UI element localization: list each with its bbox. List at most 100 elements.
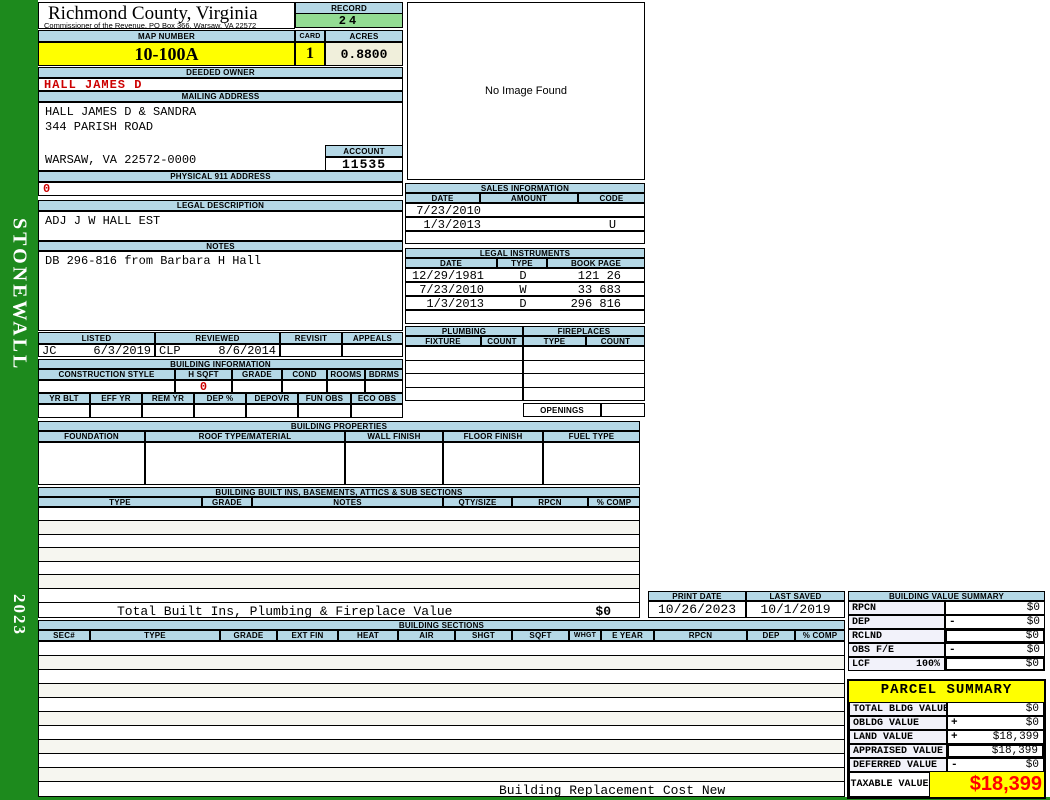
property-photo-panel: No Image Found (407, 2, 645, 180)
plumbing-count-header: COUNT (481, 336, 523, 346)
listed-date: 6/3/2019 (93, 344, 151, 357)
instrument-type-header: TYPE (497, 258, 547, 268)
yrblt-header: YR BLT (38, 393, 90, 404)
bs-type-header: TYPE (90, 630, 220, 641)
bvs-lcf-pct: 100% (915, 658, 940, 670)
fireplace-row (523, 346, 645, 361)
account-header: ACCOUNT (325, 145, 403, 157)
ps-obldg-label: OBLDG VALUE (849, 716, 947, 730)
bvs-dep-value: - $0 (945, 615, 1045, 629)
bvs-rclnd-value: $0 (945, 629, 1045, 643)
ps-value: $18,399 (992, 731, 1039, 743)
plumbing-row (405, 346, 523, 361)
roof-type-value (145, 442, 345, 485)
builtins-notes-header: NOTES (252, 497, 443, 507)
bvs-value: $0 (1026, 602, 1040, 614)
sales-amount-header: AMOUNT (480, 193, 578, 203)
instrument-row: 7/23/2010 W 33 683 (405, 282, 645, 296)
builtins-rpcn-header: RPCN (512, 497, 588, 507)
bvs-rpcn-label: RPCN (848, 601, 945, 615)
hsqft-value: 0 (175, 380, 232, 393)
fireplace-row (523, 373, 645, 388)
map-number-header: MAP NUMBER (38, 30, 295, 42)
deppct-value (194, 404, 246, 418)
builtins-total-row: Total Built Ins, Plumbing & Fireplace Va… (38, 602, 640, 618)
reviewed-value: CLP 8/6/2014 (155, 344, 280, 357)
rooms-value (327, 380, 365, 393)
fixture-header: FIXTURE (405, 336, 481, 346)
ps-op: - (951, 759, 958, 771)
remyr-header: REM YR (142, 393, 194, 404)
ps-obldg-value: + $0 (947, 716, 1044, 730)
bs-eyear-header: E YEAR (601, 630, 654, 641)
sales-code-header: CODE (578, 193, 645, 203)
instrument-bookpage: 121 26 (577, 269, 621, 282)
instrument-type: W (519, 283, 527, 296)
legal-instruments-header: LEGAL INSTRUMENTS (405, 248, 645, 258)
building-sections-header: BUILDING SECTIONS (38, 620, 845, 630)
bs-sqft-header: SQFT (512, 630, 569, 641)
bs-dep-header: DEP (747, 630, 795, 641)
bvs-obsfe-label: OBS F/E (848, 643, 945, 657)
map-number-value: 10-100A (38, 42, 295, 66)
bvs-value: $0 (1025, 658, 1039, 670)
empty-row (38, 561, 640, 575)
bs-heat-header: HEAT (338, 630, 398, 641)
bvs-value: $0 (1025, 630, 1039, 642)
taxable-value: $18,399 (969, 773, 1042, 795)
mailing-line1: HALL JAMES D & SANDRA (45, 105, 197, 119)
bvs-rpcn-value: $0 (945, 601, 1045, 615)
bs-rpcn-header: RPCN (654, 630, 747, 641)
builtins-type-header: TYPE (38, 497, 202, 507)
bvs-op: - (949, 644, 956, 656)
property-record-card: STONEWALL 2023 Richmond County, Virginia… (0, 0, 1050, 800)
ps-value: $0 (1025, 717, 1039, 729)
fireplaces-header: FIREPLACES (523, 326, 645, 336)
print-date-value: 10/26/2023 (648, 601, 746, 618)
revisit-value (280, 344, 342, 357)
bs-whgt-header: WHGT (569, 630, 601, 641)
rooms-header: ROOMS (327, 369, 365, 380)
bs-shgt-header: SHGT (455, 630, 512, 641)
taxable-value-label: TAXABLE VALUE (849, 772, 930, 797)
foundation-value (38, 442, 145, 485)
parcel-summary-title: PARCEL SUMMARY (880, 682, 1013, 698)
building-value-summary-header: BUILDING VALUE SUMMARY (848, 591, 1045, 601)
plumbing-row (405, 387, 523, 401)
yrblt-value (38, 404, 90, 418)
building-information-header: BUILDING INFORMATION (38, 359, 403, 369)
empty-row (38, 711, 845, 726)
acres-header: ACRES (325, 30, 403, 42)
openings-value (601, 403, 645, 417)
reviewed-by: CLP (159, 344, 181, 357)
empty-row (38, 697, 845, 712)
notes-header: NOTES (38, 241, 403, 251)
bs-sec-header: SEC# (38, 630, 90, 641)
empty-row (38, 753, 845, 768)
grade-header: GRADE (232, 369, 282, 380)
instrument-date-header: DATE (405, 258, 497, 268)
legal-description-box: ADJ J W HALL EST (38, 211, 403, 241)
empty-row (38, 641, 845, 656)
ps-deferred-label: DEFERRED VALUE (849, 758, 947, 772)
bvs-obsfe-value: - $0 (945, 643, 1045, 657)
ps-land-label: LAND VALUE (849, 730, 947, 744)
account-value: 11535 (325, 157, 403, 171)
ps-op: + (951, 731, 958, 743)
physical-911-value: 0 (38, 182, 403, 196)
building-properties-header: BUILDING PROPERTIES (38, 421, 640, 431)
empty-row (38, 655, 845, 670)
depovr-header: DEPOVR (246, 393, 298, 404)
bvs-op: - (949, 616, 956, 628)
last-saved-header: LAST SAVED (746, 591, 845, 601)
mailing-line3: WARSAW, VA 22572-0000 (45, 153, 197, 167)
floor-finish-value (443, 442, 543, 485)
sales-row: 1/3/2013 U (405, 217, 645, 231)
builtins-grade-header: GRADE (202, 497, 252, 507)
hsqft-header: H SQFT (175, 369, 232, 380)
bvs-dep-label: DEP (848, 615, 945, 629)
bvs-lcf-value: $0 (945, 657, 1045, 671)
record-value: 24 (295, 13, 403, 28)
plumbing-row (405, 360, 523, 374)
ps-value: $0 (1025, 703, 1039, 715)
